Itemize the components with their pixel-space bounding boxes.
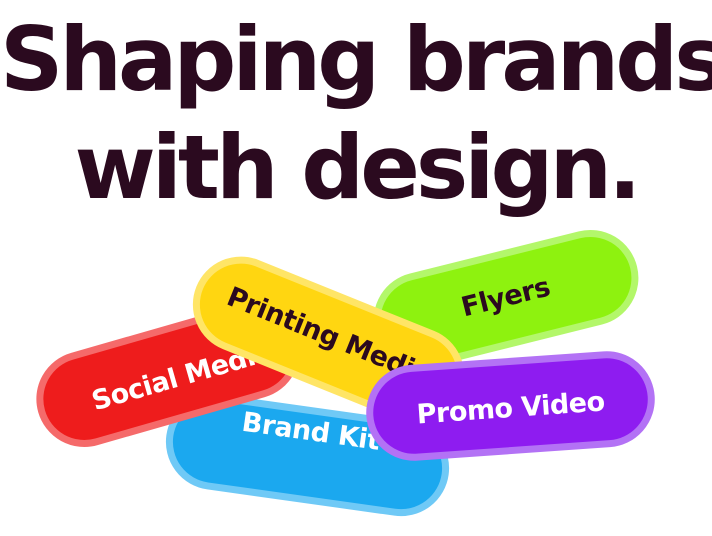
pill-flyers-label: Flyers — [458, 271, 553, 323]
pill-brand-kit-label: Brand Kit — [240, 406, 382, 457]
pill-promo-video-label: Promo Video — [415, 385, 606, 431]
headline-line-1: Shaping brands — [0, 8, 712, 111]
pill-promo-video[interactable]: Promo Video — [363, 348, 658, 464]
headline-line-2: with design. — [74, 116, 641, 219]
hero-stage: Shaping brands with design. Flyers Brand… — [0, 0, 712, 536]
hero-headline: Shaping brands with design. — [0, 6, 712, 222]
